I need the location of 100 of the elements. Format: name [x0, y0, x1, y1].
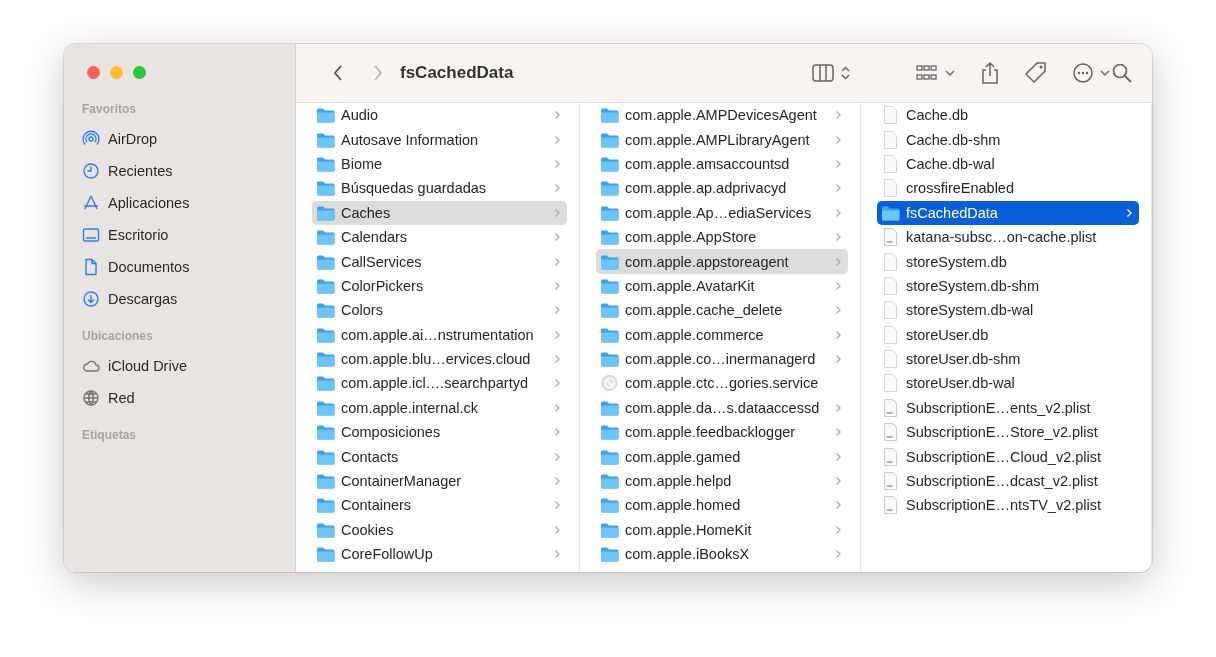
sidebar-item[interactable]: Red	[82, 382, 285, 414]
file-row[interactable]: CoreFollowUp	[312, 542, 567, 567]
file-row[interactable]: Calendars	[312, 224, 567, 250]
sidebar-item[interactable]: Descargas	[82, 283, 285, 315]
file-row[interactable]: Containers	[312, 493, 567, 518]
file-row[interactable]: storeSystem.db-wal	[877, 298, 1139, 323]
chevron-icon	[835, 329, 842, 340]
prohibited-icon	[600, 374, 619, 393]
file-row[interactable]: Cache.db-shm	[877, 127, 1139, 152]
sidebar-item[interactable]: Recientes	[82, 155, 285, 187]
file-row[interactable]: Cache.db-wal	[877, 151, 1139, 177]
folder-icon	[600, 253, 619, 270]
file-row[interactable]: ContainerManager	[312, 468, 567, 494]
globe-icon	[82, 389, 100, 407]
file-row[interactable]: SubscriptionE…ntsTV_v2.plist	[877, 493, 1139, 518]
folder-icon	[316, 473, 335, 490]
file-row[interactable]: com.apple.cache_delete	[596, 298, 848, 323]
file-row[interactable]: Cookies	[312, 517, 567, 543]
chevron-icon	[835, 207, 842, 218]
file-row[interactable]: storeSystem.db-shm	[877, 273, 1139, 299]
folder-icon	[316, 424, 335, 441]
chevron-icon	[835, 451, 842, 462]
file-row[interactable]: CallServices	[312, 249, 567, 274]
file-row[interactable]: com.apple.Ap…ediaServices	[596, 200, 848, 225]
folder-icon	[600, 180, 619, 197]
close-button[interactable]	[87, 66, 100, 79]
file-row[interactable]: SubscriptionE…Store_v2.plist	[877, 420, 1139, 445]
file-row[interactable]: com.apple.da…s.dataaccessd	[596, 395, 848, 421]
chevron-icon	[554, 524, 561, 535]
folder-icon	[600, 229, 619, 246]
file-row[interactable]: Colors	[312, 298, 567, 323]
file-row[interactable]: storeUser.db	[877, 322, 1139, 347]
file-row[interactable]: com.apple.HomeKit	[596, 517, 848, 543]
file-row[interactable]: ColorPickers	[312, 273, 567, 299]
folder-icon	[600, 399, 619, 416]
file-row[interactable]: com.apple.ai…nstrumentation	[312, 322, 567, 347]
chevron-icon	[554, 110, 561, 121]
file-row[interactable]: storeUser.db-wal	[877, 371, 1139, 396]
folder-icon	[316, 253, 335, 270]
file-icon	[881, 325, 900, 344]
plist-file-icon	[881, 398, 900, 417]
file-icon	[881, 154, 900, 173]
folder-icon	[600, 497, 619, 514]
sidebar-item[interactable]: Escritorio	[82, 219, 285, 251]
sidebar-item[interactable]: Aplicaciones	[82, 187, 285, 219]
chevron-icon	[554, 402, 561, 413]
file-row[interactable]: Composiciones	[312, 420, 567, 445]
file-row[interactable]: com.apple.AMPDevicesAgent	[596, 103, 848, 128]
chevron-icon	[554, 549, 561, 560]
file-row[interactable]: crossfireEnabled	[877, 176, 1139, 201]
file-row[interactable]: com.apple.homed	[596, 493, 848, 518]
file-row[interactable]: com.apple.appstoreagent	[596, 249, 848, 274]
file-row[interactable]: Caches	[312, 200, 567, 225]
file-row[interactable]: fsCachedData	[877, 200, 1139, 225]
chevron-icon	[554, 134, 561, 145]
folder-icon	[600, 204, 619, 221]
file-row[interactable]: Búsquedas guardadas	[312, 176, 567, 201]
file-row[interactable]: com.apple.helpd	[596, 468, 848, 494]
folder-icon	[316, 302, 335, 319]
sidebar-item[interactable]: AirDrop	[82, 123, 285, 155]
file-row[interactable]: storeUser.db-shm	[877, 346, 1139, 372]
chevron-icon	[554, 378, 561, 389]
chevron-icon	[554, 305, 561, 316]
file-row[interactable]: com.apple.iBooksX	[596, 542, 848, 567]
file-row[interactable]: com.apple.blu…ervices.cloud	[312, 346, 567, 372]
sidebar-item[interactable]: Documentos	[82, 251, 285, 283]
file-row[interactable]: com.apple.ap.adprivacyd	[596, 176, 848, 201]
file-row[interactable]: Cache.db	[877, 103, 1139, 128]
file-row[interactable]: com.apple.ctc…gories.service	[596, 371, 848, 396]
file-row[interactable]: katana-subsc…on-cache.plist	[877, 224, 1139, 250]
file-row[interactable]: com.apple.amsaccountsd	[596, 151, 848, 177]
file-row[interactable]: com.apple.feedbacklogger	[596, 420, 848, 445]
file-row[interactable]: com.apple.internal.ck	[312, 395, 567, 421]
chevron-icon	[554, 451, 561, 462]
file-row[interactable]: com.apple.co…inermanagerd	[596, 346, 848, 372]
plist-file-icon	[881, 447, 900, 466]
file-row[interactable]: Audio	[312, 103, 567, 128]
file-row[interactable]: com.apple.AppStore	[596, 224, 848, 250]
file-icon	[881, 130, 900, 149]
folder-icon	[316, 351, 335, 368]
file-row[interactable]: com.apple.gamed	[596, 444, 848, 469]
file-row[interactable]: storeSystem.db	[877, 249, 1139, 274]
file-row[interactable]: com.apple.commerce	[596, 322, 848, 347]
file-icon	[881, 350, 900, 369]
folder-icon	[600, 326, 619, 343]
file-row[interactable]: Contacts	[312, 444, 567, 469]
file-row[interactable]: SubscriptionE…dcast_v2.plist	[877, 468, 1139, 494]
file-row[interactable]: SubscriptionE…ents_v2.plist	[877, 395, 1139, 421]
file-row[interactable]: SubscriptionE…Cloud_v2.plist	[877, 444, 1139, 469]
chevron-icon	[554, 256, 561, 267]
chevron-icon	[835, 134, 842, 145]
folder-icon	[316, 229, 335, 246]
share-button[interactable]	[980, 59, 1000, 87]
file-row[interactable]: Autosave Information	[312, 127, 567, 152]
file-row[interactable]: com.apple.AvatarKit	[596, 273, 848, 299]
file-row[interactable]: com.apple.icl….searchpartyd	[312, 371, 567, 396]
chevron-left-icon	[333, 64, 343, 82]
file-row[interactable]: com.apple.AMPLibraryAgent	[596, 127, 848, 152]
sidebar-item[interactable]: iCloud Drive	[82, 350, 285, 382]
file-row[interactable]: Biome	[312, 151, 567, 177]
